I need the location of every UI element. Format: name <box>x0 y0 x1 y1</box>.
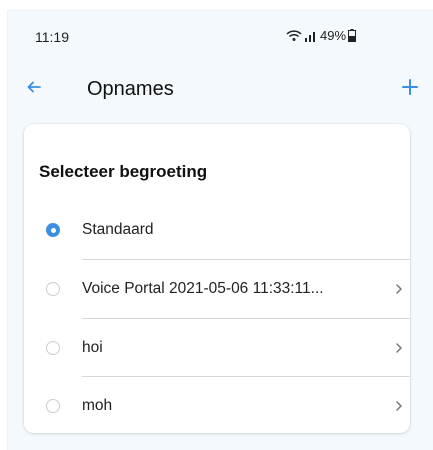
chevron-right-icon[interactable] <box>394 340 404 356</box>
battery-icon <box>348 29 357 42</box>
back-button[interactable] <box>20 75 48 103</box>
radio-unselected[interactable] <box>46 282 60 296</box>
card-title: Selecteer begroeting <box>39 162 208 181</box>
page-title: Opnames <box>87 78 174 100</box>
option-hoi[interactable]: hoi <box>24 319 410 377</box>
app-bar: Opnames <box>8 67 433 111</box>
phone-screen: 11:19 49% Opnames Selecteer begroeting S… <box>7 10 433 450</box>
radio-selected[interactable] <box>46 223 60 237</box>
option-voice-portal[interactable]: Voice Portal 2021-05-06 11:33:11... <box>24 260 410 318</box>
option-label: Voice Portal 2021-05-06 11:33:11... <box>82 280 324 297</box>
chevron-right-icon[interactable] <box>394 281 404 297</box>
status-bar: 11:19 49% <box>8 11 433 55</box>
option-standaard[interactable]: Standaard <box>24 201 410 259</box>
arrow-left-icon <box>27 80 41 98</box>
chevron-right-icon[interactable] <box>394 398 404 414</box>
option-label: hoi <box>82 339 103 356</box>
radio-unselected[interactable] <box>46 341 60 355</box>
status-indicators: 49% <box>286 28 357 43</box>
battery-percentage: 49% <box>320 28 347 43</box>
radio-unselected[interactable] <box>46 399 60 413</box>
option-label: moh <box>82 397 113 414</box>
wifi-icon <box>286 29 302 42</box>
greeting-selection-card: Selecteer begroeting Standaard Voice Por… <box>24 124 410 433</box>
plus-icon <box>402 78 418 100</box>
status-time: 11:19 <box>35 29 69 45</box>
option-label: Standaard <box>82 221 154 238</box>
add-button[interactable] <box>396 75 424 103</box>
signal-icon <box>304 30 318 42</box>
option-moh[interactable]: moh <box>24 377 410 435</box>
